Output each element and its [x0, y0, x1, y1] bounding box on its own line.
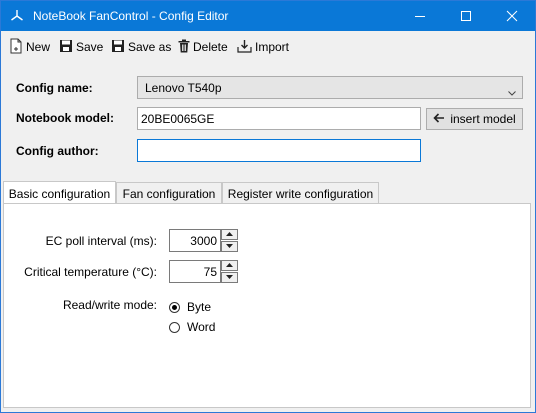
caret-up-icon	[222, 263, 237, 267]
ec-poll-interval-stepper[interactable]: 3000	[169, 229, 238, 252]
config-name-combobox[interactable]: Lenovo T540p	[137, 76, 523, 99]
import-label: Import	[255, 40, 290, 54]
arrow-left-icon	[433, 112, 450, 126]
critical-temperature-increment-button[interactable]	[221, 260, 238, 271]
new-file-icon	[9, 38, 26, 57]
minimize-button[interactable]	[397, 1, 443, 31]
config-name-label: Config name:	[16, 81, 93, 95]
ec-poll-increment-button[interactable]	[221, 229, 238, 240]
radio-word[interactable]: Word	[169, 320, 215, 334]
ec-poll-interval-label: EC poll interval (ms):	[45, 234, 157, 248]
import-icon	[237, 39, 255, 56]
critical-temperature-value[interactable]: 75	[169, 260, 221, 283]
delete-label: Delete	[193, 40, 228, 54]
tab-basic-configuration[interactable]: Basic configuration	[3, 181, 116, 204]
caret-down-icon	[222, 244, 237, 248]
insert-model-button[interactable]: insert model	[426, 108, 523, 130]
tab-fan-configuration[interactable]: Fan configuration	[116, 182, 222, 203]
chevron-down-icon	[508, 85, 516, 99]
save-button[interactable]: Save	[59, 37, 103, 57]
save-as-button[interactable]: Save as	[111, 37, 171, 57]
insert-model-label: insert model	[450, 112, 516, 126]
title-bar[interactable]: NoteBook FanControl - Config Editor	[1, 1, 535, 31]
delete-button[interactable]: Delete	[178, 37, 228, 57]
notebook-model-value: 20BE0065GE	[141, 112, 215, 126]
radio-byte-label: Byte	[187, 300, 212, 314]
window-title: NoteBook FanControl - Config Editor	[33, 9, 229, 23]
minimize-icon	[397, 1, 443, 31]
caret-down-icon	[222, 275, 237, 279]
config-name-value: Lenovo T540p	[145, 81, 222, 95]
config-author-field[interactable]	[137, 139, 421, 162]
ec-poll-interval-value[interactable]: 3000	[169, 229, 221, 252]
radio-byte[interactable]: Byte	[169, 300, 211, 314]
toolbar: New Save Save as Delete Import	[1, 32, 535, 60]
notebook-model-field[interactable]: 20BE0065GE	[137, 107, 421, 130]
notebook-model-label: Notebook model:	[16, 111, 114, 125]
maximize-button[interactable]	[443, 1, 489, 31]
fan-icon	[10, 9, 24, 23]
critical-temperature-decrement-button[interactable]	[221, 272, 238, 283]
caret-up-icon	[222, 232, 237, 236]
save-label: Save	[76, 40, 104, 54]
critical-temperature-label: Critical temperature (°C):	[24, 265, 157, 279]
new-label: New	[26, 40, 51, 54]
close-icon	[489, 1, 535, 31]
ec-poll-decrement-button[interactable]	[221, 241, 238, 252]
import-button[interactable]: Import	[237, 37, 289, 57]
save-as-label: Save as	[128, 40, 172, 54]
config-author-label: Config author:	[16, 144, 99, 158]
new-button[interactable]: New	[9, 37, 50, 57]
radio-byte-indicator[interactable]	[169, 301, 180, 313]
maximize-icon	[443, 1, 489, 31]
trash-icon	[178, 39, 193, 56]
radio-word-label: Word	[187, 320, 216, 334]
save-icon	[59, 39, 76, 56]
critical-temperature-stepper[interactable]: 75	[169, 260, 238, 283]
tab-register-write-configuration[interactable]: Register write configuration	[222, 182, 379, 203]
save-as-icon	[111, 39, 128, 56]
read-write-mode-label: Read/write mode:	[62, 298, 157, 312]
radio-word-indicator[interactable]	[169, 321, 180, 333]
close-button[interactable]	[489, 1, 535, 31]
